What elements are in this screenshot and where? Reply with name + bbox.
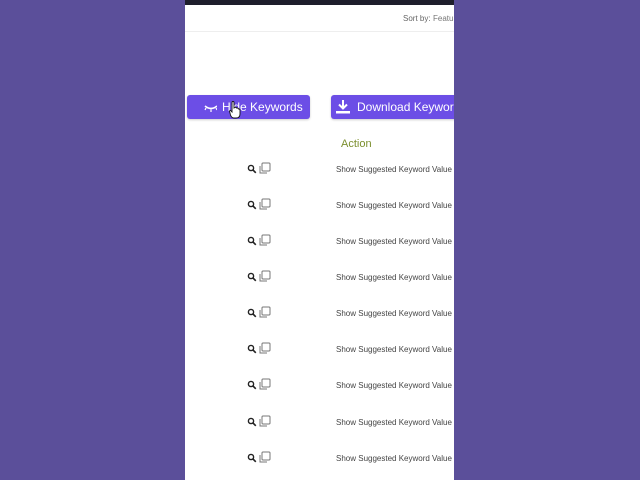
row-action-label[interactable]: Show Suggested Keyword Value — [336, 345, 452, 354]
copy-icon[interactable] — [258, 270, 272, 283]
search-icon[interactable] — [247, 417, 257, 427]
copy-icon[interactable] — [258, 198, 272, 211]
copy-icon[interactable] — [258, 234, 272, 247]
row-action-label[interactable]: Show Suggested Keyword Value — [336, 237, 452, 246]
table-row: Show Suggested Keyword Value — [185, 306, 454, 326]
sort-label: Sort by: — [403, 14, 431, 23]
copy-icon[interactable] — [258, 378, 272, 391]
search-icon[interactable] — [247, 453, 257, 463]
copy-icon[interactable] — [258, 162, 272, 175]
eye-closed-icon — [204, 105, 217, 112]
search-icon[interactable] — [247, 200, 257, 210]
search-icon[interactable] — [247, 272, 257, 282]
table-row: Show Suggested Keyword Value — [185, 342, 454, 362]
search-icon[interactable] — [247, 164, 257, 174]
row-action-label[interactable]: Show Suggested Keyword Value — [336, 381, 452, 390]
search-icon[interactable] — [247, 308, 257, 318]
page-viewport: Sort by: Featur Hide Keywords Download K… — [185, 0, 454, 480]
sort-bar: Sort by: Featur — [185, 5, 454, 32]
copy-icon[interactable] — [258, 306, 272, 319]
copy-icon[interactable] — [258, 415, 272, 428]
table-row: Show Suggested Keyword Value — [185, 270, 454, 290]
row-action-label[interactable]: Show Suggested Keyword Value — [336, 454, 452, 463]
search-icon[interactable] — [247, 344, 257, 354]
download-icon — [336, 100, 350, 114]
copy-icon[interactable] — [258, 451, 272, 464]
search-icon[interactable] — [247, 236, 257, 246]
row-action-label[interactable]: Show Suggested Keyword Value — [336, 418, 452, 427]
search-icon[interactable] — [247, 380, 257, 390]
table-row: Show Suggested Keyword Value — [185, 415, 454, 435]
table-row: Show Suggested Keyword Value — [185, 162, 454, 182]
row-action-label[interactable]: Show Suggested Keyword Value — [336, 165, 452, 174]
download-keywords-button[interactable]: Download Keywords — [331, 95, 454, 119]
action-column-header: Action — [341, 138, 372, 150]
download-keywords-label: Download Keywords — [357, 100, 454, 114]
row-action-label[interactable]: Show Suggested Keyword Value — [336, 309, 452, 318]
table-row: Show Suggested Keyword Value — [185, 198, 454, 218]
row-action-label[interactable]: Show Suggested Keyword Value — [336, 273, 452, 282]
hide-keywords-button[interactable]: Hide Keywords — [187, 95, 310, 119]
table-row: Show Suggested Keyword Value — [185, 234, 454, 254]
sort-select[interactable]: Featur — [433, 14, 454, 23]
table-row: Show Suggested Keyword Value — [185, 378, 454, 398]
row-action-label[interactable]: Show Suggested Keyword Value — [336, 201, 452, 210]
copy-icon[interactable] — [258, 342, 272, 355]
hand-cursor-icon — [229, 101, 241, 119]
table-row: Show Suggested Keyword Value — [185, 451, 454, 471]
